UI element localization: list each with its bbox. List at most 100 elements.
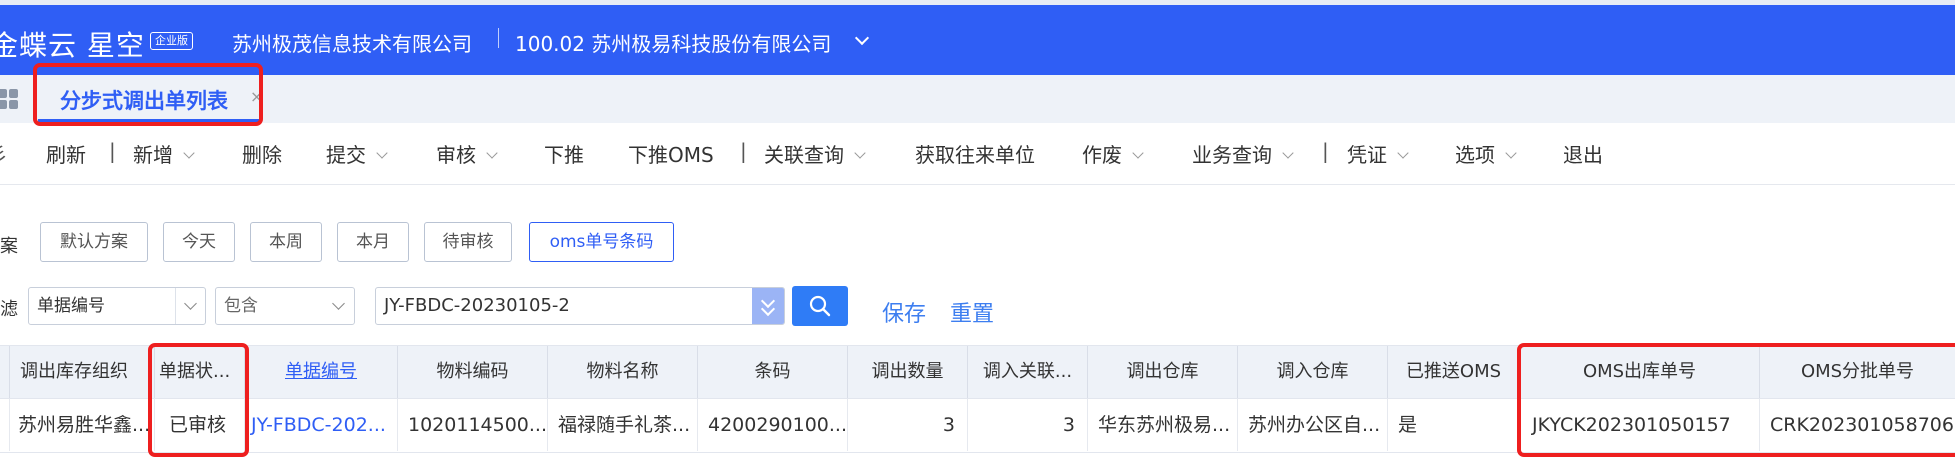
active-tab-indicator [38,119,260,122]
org-selector[interactable]: 100.02 苏州极易科技股份有限公司 [515,28,831,57]
cell-oms-outbound-no: JKYCK202301050157 [1520,399,1760,451]
apps-grid-icon[interactable] [0,89,24,113]
grid-header-clipped [0,346,10,398]
col-oms-outbound-no[interactable]: OMS出库单号 [1520,346,1760,398]
toolbar-separator: | [1322,139,1329,163]
filter-field-select[interactable]: 单据编号 [28,287,206,325]
cell-oms-batch-no: CRK202301058706 [1770,414,1954,436]
push-down-button[interactable]: 下推 [544,139,584,168]
chevron-down-icon [1505,147,1517,159]
fetch-partner-button[interactable]: 获取往来单位 [915,139,1035,168]
cell-pushed-oms: 是 [1388,399,1520,451]
filter-value-text: JY-FBDC-20230105-2 [384,295,570,316]
chevron-down-icon [1397,147,1409,159]
chevron-down-icon[interactable] [854,30,870,46]
business-query-label: 业务查询 [1192,143,1272,167]
options-label: 选项 [1455,143,1495,167]
add-button[interactable]: 新增 [133,139,195,168]
col-material-code[interactable]: 物料编码 [398,346,548,398]
scheme-this-week[interactable]: 本周 [250,222,322,262]
voucher-button[interactable]: 凭证 [1347,139,1409,168]
cell-transfer-out-org: 苏州易胜华鑫... [10,399,155,451]
col-doc-status[interactable]: 单据状... [155,346,245,398]
col-in-linked[interactable]: 调入关联... [968,346,1088,398]
col-out-qty[interactable]: 调出数量 [848,346,968,398]
cell-out-warehouse: 华东苏州极易... [1088,399,1238,451]
close-icon[interactable]: × [250,87,263,106]
void-button[interactable]: 作废 [1082,139,1144,168]
chevron-down-icon [854,147,866,159]
options-button[interactable]: 选项 [1455,139,1517,168]
cell-doc-status: 已审核 [155,399,245,451]
col-barcode[interactable]: 条码 [698,346,848,398]
double-chevron-down-icon[interactable] [752,288,784,324]
submit-label: 提交 [326,143,366,167]
push-oms-button[interactable]: 下推OMS [628,139,714,168]
scheme-default[interactable]: 默认方案 [40,222,148,262]
header-separator [498,28,499,48]
linked-query-label: 关联查询 [764,143,844,167]
add-label: 新增 [133,143,173,167]
col-pushed-oms[interactable]: 已推送OMS [1388,346,1520,398]
col-material-name[interactable]: 物料名称 [548,346,698,398]
cell-out-qty: 3 [848,399,968,451]
search-icon [809,295,831,317]
company-name[interactable]: 苏州极茂信息技术有限公司 [232,28,472,57]
exit-button[interactable]: 退出 [1563,139,1603,168]
col-transfer-out-org[interactable]: 调出库存组织 [10,346,155,398]
cell-barcode: 4200290100... [698,399,848,451]
scheme-this-month[interactable]: 本月 [337,222,409,262]
filter-operator-select[interactable]: 包含 [215,287,355,325]
cell-material-code: 1020114500... [398,399,548,451]
col-in-warehouse[interactable]: 调入仓库 [1238,346,1388,398]
business-query-button[interactable]: 业务查询 [1192,139,1294,168]
col-oms-batch-no[interactable]: OMS分批单号 [1760,346,1955,398]
brand-logo: 金蝶云 星空 [0,29,145,62]
chevron-down-icon [1132,147,1144,159]
exit-label: 退出 [1563,143,1603,167]
table-row[interactable]: 苏州易胜华鑫... 已审核 JY-FBDC-202... 1020114500.… [0,399,1955,453]
scheme-oms-barcode[interactable]: oms单号条码 [529,222,674,262]
refresh-button[interactable]: 刷新 [46,139,86,168]
toolbar-separator: | [109,139,116,163]
toolbar-separator: | [740,139,747,163]
scheme-pending-audit[interactable]: 待审核 [424,222,512,262]
chevron-down-icon [324,288,354,324]
submit-button[interactable]: 提交 [326,139,388,168]
cell-material-name: 福禄随手礼茶... [548,399,698,451]
chevron-down-icon [376,147,388,159]
fetch-partner-label: 获取往来单位 [915,143,1035,167]
cell-in-linked: 3 [968,399,1088,451]
audit-button[interactable]: 审核 [436,139,498,168]
reset-button[interactable]: 重置 [950,296,994,328]
linked-query-button[interactable]: 关联查询 [764,139,866,168]
cell-doc-number-link[interactable]: JY-FBDC-202... [245,399,398,451]
edition-badge: 企业版 [150,32,193,50]
audit-label: 审核 [436,143,476,167]
search-button[interactable] [792,286,848,326]
void-label: 作废 [1082,143,1122,167]
row-clipped-cell [0,399,10,451]
filter-value-input[interactable]: JY-FBDC-20230105-2 [375,287,785,325]
tab-label: 分步式调出单列表 [60,89,228,113]
push-down-label: 下推 [544,143,584,167]
delete-button[interactable]: 删除 [242,139,282,168]
col-out-warehouse[interactable]: 调出仓库 [1088,346,1238,398]
delete-label: 删除 [242,143,282,167]
col-doc-number[interactable]: 单据编号 [245,346,398,398]
tab-transfer-out-list[interactable]: 分步式调出单列表 × [38,75,263,121]
refresh-label: 刷新 [46,143,86,167]
scheme-today[interactable]: 今天 [163,222,235,262]
save-button[interactable]: 保存 [882,296,926,328]
toolbar-clipped-item[interactable]: 彡 [0,139,8,168]
top-header-bar: 金蝶云 星空 企业版 苏州极茂信息技术有限公司 100.02 苏州极易科技股份有… [0,0,1955,75]
toolbar: 彡 刷新 | 新增 删除 提交 审核 下推 下推OMS | 关联查询 获取往来单… [0,123,1955,185]
chevron-down-icon [175,288,205,324]
filter-label: 滤 [0,299,18,320]
chevron-down-icon [486,147,498,159]
grid-header: 调出库存组织 单据状... 单据编号 物料编码 物料名称 条码 调出数量 调入关… [0,345,1955,399]
tab-bar: 分步式调出单列表 × [0,75,1955,123]
push-oms-label: 下推OMS [628,143,714,167]
chevron-down-icon [183,147,195,159]
cell-in-warehouse: 苏州办公区自... [1238,399,1388,451]
